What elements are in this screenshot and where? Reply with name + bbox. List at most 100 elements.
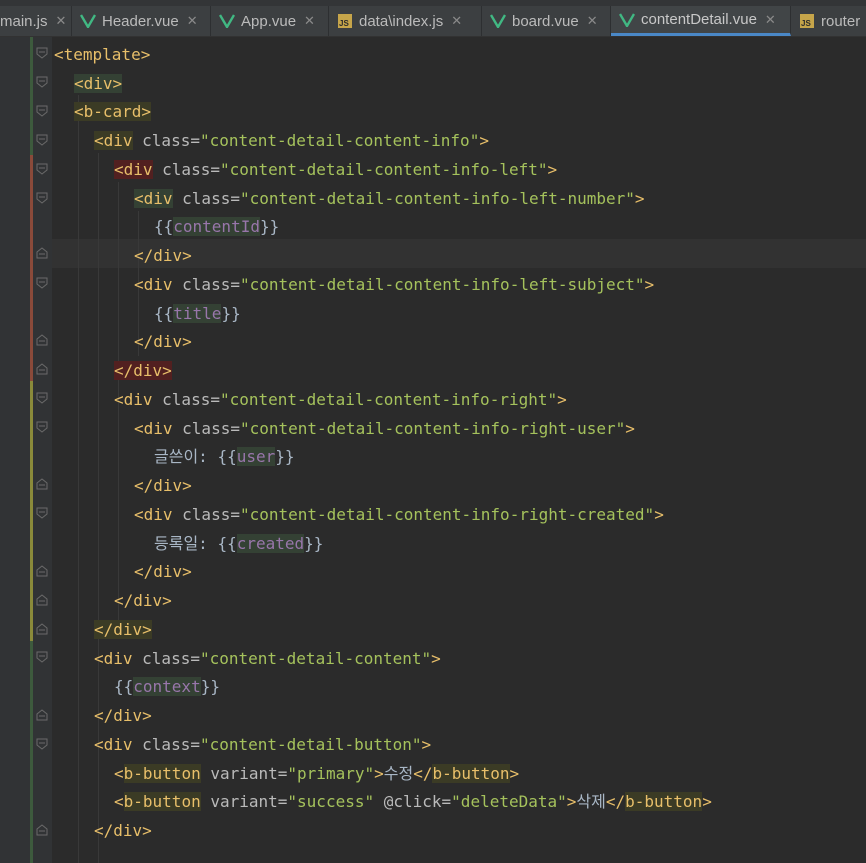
code-line-17[interactable]: <div class="content-detail-content-info-… xyxy=(134,500,664,529)
fold-icon[interactable] xyxy=(36,163,48,175)
change-marker-added xyxy=(30,381,33,641)
code-line-1[interactable]: <template> xyxy=(54,40,150,69)
fold-icon[interactable] xyxy=(36,623,48,635)
js-file-icon: JS xyxy=(799,13,815,29)
fold-icon[interactable] xyxy=(36,105,48,117)
code-line-15[interactable]: 글쓴이: {{user}} xyxy=(154,442,295,471)
change-marker-modified xyxy=(30,155,33,381)
code-token: 글쓴이: xyxy=(154,447,218,466)
code-line-4[interactable]: <div class="content-detail-content-info"… xyxy=(94,126,489,155)
fold-icon[interactable] xyxy=(36,277,48,289)
code-token: <div xyxy=(134,275,173,294)
tab-router[interactable]: JS router xyxy=(791,6,866,36)
code-line-21[interactable]: </div> xyxy=(94,615,152,644)
tab-label: router xyxy=(821,12,861,30)
code-token: </div> xyxy=(94,706,152,725)
close-icon[interactable]: ✕ xyxy=(451,13,462,29)
close-icon[interactable]: ✕ xyxy=(587,13,598,29)
code-line-25[interactable]: <div class="content-detail-button"> xyxy=(94,730,431,759)
code-line-19[interactable]: </div> xyxy=(134,557,192,586)
code-line-9[interactable]: <div class="content-detail-content-info-… xyxy=(134,270,654,299)
fold-icon[interactable] xyxy=(36,565,48,577)
close-icon[interactable]: ✕ xyxy=(765,12,776,28)
code-token: <div xyxy=(134,189,173,208)
fold-icon[interactable] xyxy=(36,334,48,346)
code-token: class= xyxy=(152,390,220,409)
code-token: created xyxy=(236,534,305,553)
fold-icon[interactable] xyxy=(36,507,48,519)
fold-icon[interactable] xyxy=(36,192,48,204)
fold-icon[interactable] xyxy=(36,134,48,146)
code-line-3[interactable]: <b-card> xyxy=(74,97,152,126)
code-token: </div> xyxy=(134,562,192,581)
fold-icon[interactable] xyxy=(36,363,48,375)
code-token: contentId xyxy=(173,217,260,236)
code-line-11[interactable]: </div> xyxy=(134,327,192,356)
fold-icon[interactable] xyxy=(36,738,48,750)
code-token: }} xyxy=(200,677,220,696)
fold-icon[interactable] xyxy=(36,709,48,721)
code-token: "content-detail-content-info-right-user" xyxy=(239,419,626,438)
tab-board-vue[interactable]: board.vue ✕ xyxy=(482,6,611,36)
code-line-22[interactable]: <div class="content-detail-content"> xyxy=(94,644,441,673)
code-line-2[interactable]: <div> xyxy=(74,69,123,98)
code-token: "content-detail-content-info-right-creat… xyxy=(239,505,655,524)
vue-file-icon xyxy=(619,12,635,28)
code-token: class= xyxy=(132,131,200,150)
code-token: {{ xyxy=(217,534,237,553)
fold-icon[interactable] xyxy=(36,651,48,663)
code-token: > xyxy=(547,160,558,179)
code-token: "deleteData" xyxy=(451,792,567,811)
code-token: </ xyxy=(605,792,626,811)
tab-header-vue[interactable]: Header.vue ✕ xyxy=(72,6,211,36)
fold-icon[interactable] xyxy=(36,594,48,606)
code-line-16[interactable]: </div> xyxy=(134,471,192,500)
code-line-20[interactable]: </div> xyxy=(114,586,172,615)
tab-main-js[interactable]: main.js ✕ xyxy=(0,6,72,36)
tab-data-index-js[interactable]: JS data\index.js ✕ xyxy=(329,6,482,36)
code-editor[interactable]: <template> <div> <b-card> <div class="co… xyxy=(0,37,866,863)
close-icon[interactable]: ✕ xyxy=(187,13,198,29)
code-line-23[interactable]: {{context}} xyxy=(114,672,220,701)
code-token: {{ xyxy=(217,447,237,466)
close-icon[interactable]: ✕ xyxy=(56,13,67,29)
code-line-27[interactable]: <b-button variant="success" @click="dele… xyxy=(114,787,712,816)
code-line-24[interactable]: </div> xyxy=(94,701,152,730)
code-line-18[interactable]: 등록일: {{created}} xyxy=(154,529,323,558)
code-line-14[interactable]: <div class="content-detail-content-info-… xyxy=(134,414,635,443)
fold-icon[interactable] xyxy=(36,76,48,88)
fold-icon[interactable] xyxy=(36,247,48,259)
code-token: user xyxy=(236,447,276,466)
fold-icon[interactable] xyxy=(36,421,48,433)
code-token: </div> xyxy=(114,591,172,610)
code-line-7[interactable]: {{contentId}} xyxy=(154,212,279,241)
code-line-28[interactable]: </div> xyxy=(94,816,152,845)
code-line-5[interactable]: <div class="content-detail-content-info-… xyxy=(114,155,557,184)
code-line-26[interactable]: <b-button variant="primary">수정</b-button… xyxy=(114,759,519,788)
close-icon[interactable]: ✕ xyxy=(304,13,315,29)
code-line-6[interactable]: <div class="content-detail-content-info-… xyxy=(134,184,645,213)
code-token: > xyxy=(654,505,664,524)
editor-tab-bar: main.js ✕ Header.vue ✕ App.vue ✕ JS data… xyxy=(0,0,866,37)
code-line-12[interactable]: </div> xyxy=(114,356,172,385)
fold-icon[interactable] xyxy=(36,47,48,59)
tab-label: board.vue xyxy=(512,12,579,30)
code-token: context xyxy=(133,677,201,696)
tab-label: Header.vue xyxy=(102,12,179,30)
tab-content-detail-vue[interactable]: contentDetail.vue ✕ xyxy=(611,6,791,36)
code-token: {{ xyxy=(114,677,134,696)
code-line-10[interactable]: {{title}} xyxy=(154,299,241,328)
fold-icon[interactable] xyxy=(36,824,48,836)
indent-guide xyxy=(78,95,79,863)
tab-app-vue[interactable]: App.vue ✕ xyxy=(211,6,329,36)
code-token: class= xyxy=(152,160,220,179)
code-token: "content-detail-content-info-left-subjec… xyxy=(239,275,645,294)
code-token: > xyxy=(509,764,520,783)
code-token: b-button xyxy=(123,764,201,783)
code-line-13[interactable]: <div class="content-detail-content-info-… xyxy=(114,385,567,414)
code-line-8[interactable]: </div> xyxy=(134,241,192,270)
fold-icon[interactable] xyxy=(36,478,48,490)
code-token: </ xyxy=(413,764,433,783)
fold-icon[interactable] xyxy=(36,392,48,404)
code-token: variant= xyxy=(200,764,288,783)
